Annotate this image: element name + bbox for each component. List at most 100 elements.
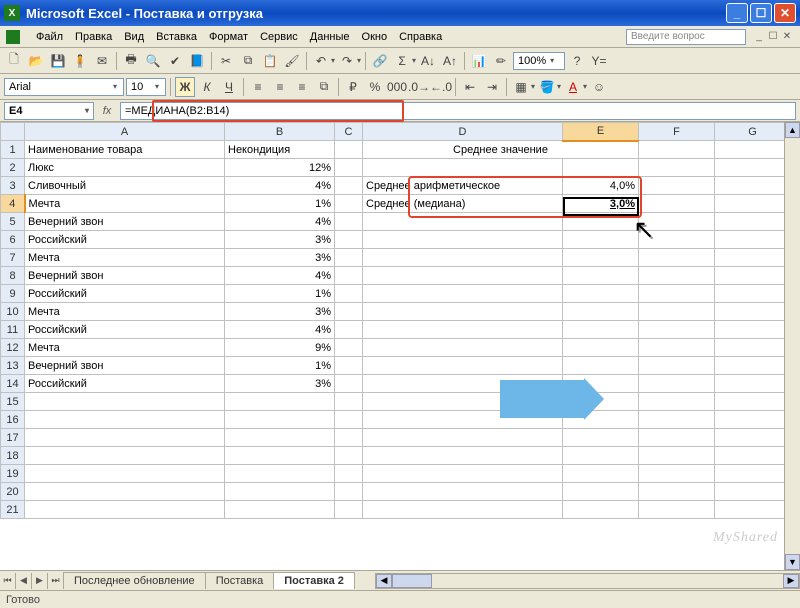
cell-C2[interactable] [335, 159, 363, 177]
cell-F6[interactable] [639, 231, 715, 249]
currency-icon[interactable]: ₽ [343, 77, 363, 97]
cell-C16[interactable] [335, 411, 363, 429]
decrease-decimal-icon[interactable]: ←.0 [431, 77, 451, 97]
cell-D19[interactable] [363, 465, 563, 483]
cell-A3[interactable]: Сливочный [25, 177, 225, 195]
row-header-18[interactable]: 18 [1, 447, 25, 465]
horizontal-scrollbar[interactable]: ◀ ▶ [375, 573, 800, 589]
cell-G5[interactable] [715, 213, 791, 231]
cell-F13[interactable] [639, 357, 715, 375]
menu-tools[interactable]: Сервис [254, 29, 304, 45]
cell-B9[interactable]: 1% [225, 285, 335, 303]
preview-icon[interactable]: 🔍 [143, 51, 163, 71]
cell-G18[interactable] [715, 447, 791, 465]
scroll-up-icon[interactable]: ▲ [785, 122, 800, 138]
fontsize-combo[interactable]: 10▾ [126, 78, 166, 96]
col-header-A[interactable]: A [25, 123, 225, 141]
cell-E20[interactable] [563, 483, 639, 501]
scroll-down-icon[interactable]: ▼ [785, 554, 800, 570]
cell-G1[interactable] [715, 141, 791, 159]
open-icon[interactable]: 📂 [26, 51, 46, 71]
increase-decimal-icon[interactable]: .0→ [409, 77, 429, 97]
cell-B17[interactable] [225, 429, 335, 447]
sheet-tab-0[interactable]: Последнее обновление [63, 572, 206, 589]
col-header-F[interactable]: F [639, 123, 715, 141]
cell-F11[interactable] [639, 321, 715, 339]
row-header-11[interactable]: 11 [1, 321, 25, 339]
formula-input[interactable]: =МЕДИАНА(B2:B14) [120, 102, 796, 120]
increase-indent-icon[interactable]: ⇥ [482, 77, 502, 97]
zoom-combo[interactable]: 100%▾ [513, 52, 565, 70]
cell-F1[interactable] [639, 141, 715, 159]
cell-A17[interactable] [25, 429, 225, 447]
row-header-10[interactable]: 10 [1, 303, 25, 321]
cell-F8[interactable] [639, 267, 715, 285]
col-header-B[interactable]: B [225, 123, 335, 141]
cell-E7[interactable] [563, 249, 639, 267]
permission-icon[interactable]: 🧍 [70, 51, 90, 71]
menu-format[interactable]: Формат [203, 29, 254, 45]
cell-F7[interactable] [639, 249, 715, 267]
font-combo[interactable]: Arial▾ [4, 78, 124, 96]
cell-B13[interactable]: 1% [225, 357, 335, 375]
cell-D18[interactable] [363, 447, 563, 465]
doc-window-buttons[interactable]: _☐✕ [752, 30, 794, 43]
menu-insert[interactable]: Вставка [150, 29, 203, 45]
tab-nav-2[interactable]: ▶ [32, 573, 48, 589]
cell-A4[interactable]: Мечта [25, 195, 225, 213]
cell-E11[interactable] [563, 321, 639, 339]
cell-A13[interactable]: Вечерний звон [25, 357, 225, 375]
cell-C14[interactable] [335, 375, 363, 393]
cell-B10[interactable]: 3% [225, 303, 335, 321]
cell-A2[interactable]: Люкс [25, 159, 225, 177]
cell-C8[interactable] [335, 267, 363, 285]
row-header-5[interactable]: 5 [1, 213, 25, 231]
menu-edit[interactable]: Правка [69, 29, 118, 45]
row-header-12[interactable]: 12 [1, 339, 25, 357]
cell-G17[interactable] [715, 429, 791, 447]
tab-nav-1[interactable]: ◀ [16, 573, 32, 589]
redo-icon[interactable]: ↷ [337, 51, 357, 71]
cell-G11[interactable] [715, 321, 791, 339]
drawing-icon[interactable]: ✏ [491, 51, 511, 71]
fx-icon[interactable]: fx [98, 105, 116, 117]
cell-G14[interactable] [715, 375, 791, 393]
cell-G16[interactable] [715, 411, 791, 429]
menu-data[interactable]: Данные [304, 29, 356, 45]
new-icon[interactable]: 🗋 [4, 51, 24, 71]
cell-E19[interactable] [563, 465, 639, 483]
comma-icon[interactable]: 000 [387, 77, 407, 97]
cell-F16[interactable] [639, 411, 715, 429]
tab-nav-0[interactable]: ⏮ [0, 573, 16, 589]
cell-B4[interactable]: 1% [225, 195, 335, 213]
cell-G12[interactable] [715, 339, 791, 357]
cell-A15[interactable] [25, 393, 225, 411]
col-header-C[interactable]: C [335, 123, 363, 141]
cell-F17[interactable] [639, 429, 715, 447]
cell-E18[interactable] [563, 447, 639, 465]
menu-help[interactable]: Справка [393, 29, 448, 45]
cell-C19[interactable] [335, 465, 363, 483]
menu-window[interactable]: Окно [356, 29, 394, 45]
worksheet-grid[interactable]: ABCDEFG1Наименование товараНекондицияСре… [0, 122, 800, 570]
cell-B11[interactable]: 4% [225, 321, 335, 339]
cell-D3[interactable]: Среднее арифметическое [363, 177, 563, 195]
cell-D7[interactable] [363, 249, 563, 267]
row-header-17[interactable]: 17 [1, 429, 25, 447]
cell-F19[interactable] [639, 465, 715, 483]
autosum-icon[interactable]: Σ [392, 51, 412, 71]
close-button[interactable]: ✕ [774, 3, 796, 23]
cell-F12[interactable] [639, 339, 715, 357]
cell-A16[interactable] [25, 411, 225, 429]
cell-A19[interactable] [25, 465, 225, 483]
row-header-3[interactable]: 3 [1, 177, 25, 195]
hyperlink-icon[interactable]: 🔗 [370, 51, 390, 71]
cell-D21[interactable] [363, 501, 563, 519]
paste-icon[interactable]: 📋 [260, 51, 280, 71]
cell-G9[interactable] [715, 285, 791, 303]
cell-B2[interactable]: 12% [225, 159, 335, 177]
help-icon[interactable]: ? [567, 51, 587, 71]
print-icon[interactable]: 🖶 [121, 51, 141, 71]
cell-C21[interactable] [335, 501, 363, 519]
bold-button[interactable]: Ж [175, 77, 195, 97]
